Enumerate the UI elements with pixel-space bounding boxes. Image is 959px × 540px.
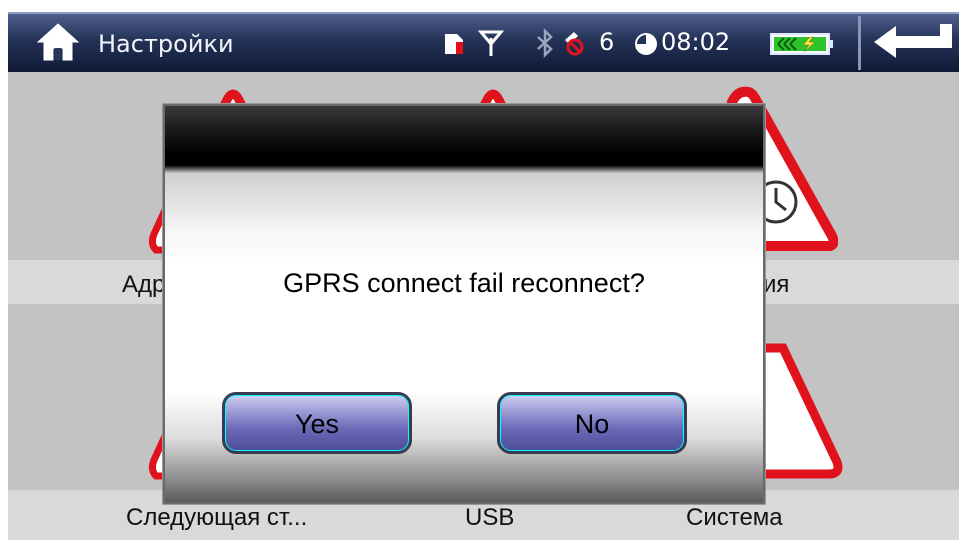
yes-button[interactable]: Yes (222, 392, 412, 454)
yes-button-label: Yes (294, 409, 340, 439)
tile-label-addresses[interactable]: Адр (122, 271, 165, 299)
page-title: Настройки (98, 30, 234, 58)
tile-label-system[interactable]: Система (686, 504, 783, 532)
bluetooth-icon (537, 28, 553, 58)
sim-card-icon (445, 34, 463, 54)
satellite-off-icon (565, 32, 584, 56)
tile-label-usb[interactable]: USB (465, 504, 514, 532)
home-icon[interactable] (36, 22, 80, 62)
dialog-message: GPRS connect fail reconnect? (283, 268, 645, 298)
signal-icon (478, 30, 504, 56)
no-button-label: No (574, 409, 610, 439)
tile-label-time[interactable]: ия (763, 271, 789, 299)
status-bar: Настройки 6 08:02 (8, 12, 959, 72)
reconnect-dialog: GPRS connect fail reconnect? Yes No (163, 104, 765, 504)
back-button[interactable] (868, 18, 958, 68)
clock-icon (635, 33, 657, 55)
warning-sign-icon[interactable] (763, 342, 843, 482)
header-divider (858, 16, 861, 70)
tile-label-next-page[interactable]: Следующая ст... (126, 504, 307, 532)
no-button[interactable]: No (497, 392, 687, 454)
battery-charging-icon (770, 33, 833, 55)
clock-time: 08:02 (661, 28, 731, 56)
satellite-count: 6 (599, 28, 615, 56)
